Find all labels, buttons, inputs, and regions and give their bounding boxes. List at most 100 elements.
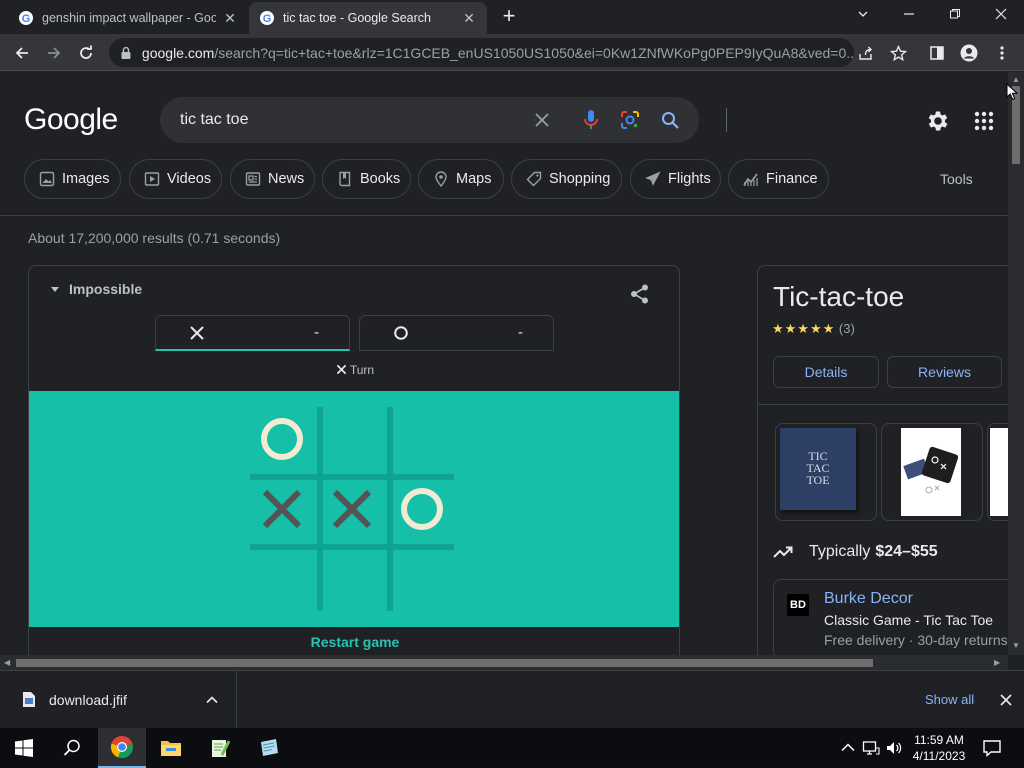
chip-label: Maps (456, 171, 492, 187)
vertical-scrollbar[interactable]: ▲ ▼ (1008, 72, 1024, 655)
kp-tab-details[interactable]: Details (773, 356, 879, 388)
board-cell[interactable] (390, 547, 454, 611)
lock-icon[interactable] (119, 46, 133, 60)
seller-name-link[interactable]: Burke Decor (824, 590, 913, 608)
back-arrow-icon[interactable] (10, 41, 34, 65)
search-icon[interactable] (658, 108, 682, 132)
seller-listing[interactable]: BD Burke Decor Classic Game - Tic Tac To… (773, 579, 1008, 655)
airplane-icon (645, 171, 661, 186)
price-trend-icon (773, 546, 793, 558)
file-explorer-icon[interactable] (147, 728, 195, 768)
google-logo[interactable]: Google (24, 103, 118, 137)
search-box[interactable] (160, 97, 727, 143)
windows-start-icon[interactable] (0, 728, 48, 768)
tab-tic-tac-toe[interactable]: G tic tac toe - Google Search ✕ (249, 2, 487, 34)
tab-close-icon[interactable]: ✕ (461, 10, 477, 26)
board-cell[interactable] (250, 407, 314, 471)
kp-rating[interactable]: ★★★★★ (3) (772, 321, 855, 337)
kp-tab-reviews[interactable]: Reviews (887, 356, 1002, 388)
download-item[interactable]: download.jfif (0, 671, 237, 729)
tray-chevron-up-icon[interactable] (839, 739, 857, 757)
profile-icon[interactable] (958, 42, 980, 64)
bookmark-star-icon[interactable] (887, 42, 909, 64)
taskbar-search-icon[interactable] (48, 728, 96, 768)
reload-icon[interactable] (74, 41, 98, 65)
side-panel-icon[interactable] (926, 42, 948, 64)
tab-close-icon[interactable]: ✕ (222, 10, 238, 26)
board-cell[interactable] (250, 547, 314, 611)
volume-icon[interactable] (885, 739, 903, 757)
chip-shopping[interactable]: Shopping (511, 159, 622, 199)
chip-books[interactable]: Books (322, 159, 411, 199)
gear-icon[interactable] (925, 108, 951, 134)
notes-app-icon[interactable] (245, 728, 293, 768)
box-text: TOE (806, 473, 830, 487)
horizontal-scrollbar[interactable]: ◀ ▶ (0, 655, 1008, 670)
scroll-left-icon[interactable]: ◀ (4, 658, 10, 667)
tab-search-chevron-icon[interactable] (850, 4, 876, 26)
search-results-page: Google Images Videos (0, 72, 1008, 655)
window-close-icon[interactable] (988, 4, 1014, 26)
product-photo (990, 428, 1008, 516)
address-bar[interactable]: google.com/search?q=tic+tac+toe&rlz=1C1G… (109, 38, 854, 67)
product-image-box[interactable]: TIC TAC TOE (775, 423, 877, 521)
board-cell[interactable] (320, 407, 384, 471)
chip-images[interactable]: Images (24, 159, 121, 199)
chip-label: Images (62, 171, 110, 187)
close-download-bar-icon[interactable] (998, 692, 1014, 708)
header-divider (0, 215, 1008, 216)
chip-finance[interactable]: Finance (728, 159, 829, 199)
clear-search-icon[interactable] (530, 108, 554, 132)
caret-down-icon (51, 286, 59, 292)
chrome-taskbar-icon[interactable] (98, 728, 146, 768)
turn-label: Turn (349, 363, 375, 377)
restore-icon[interactable] (942, 4, 968, 26)
url-host: google.com (141, 44, 215, 61)
google-apps-grid-icon[interactable] (973, 110, 995, 132)
chip-label: Finance (766, 171, 818, 187)
scrollbar-thumb[interactable] (16, 659, 873, 667)
share-icon[interactable] (629, 283, 653, 307)
share-page-icon[interactable] (855, 42, 877, 64)
microphone-icon[interactable] (579, 108, 603, 132)
notification-center-icon[interactable] (982, 738, 1002, 758)
news-icon (245, 172, 261, 186)
browser-menu-icon[interactable] (991, 42, 1013, 64)
product-image-partial[interactable] (987, 423, 1008, 521)
typical-price: Typically $24–$55 (773, 542, 938, 562)
clock-time: 11:59 AM (914, 733, 964, 747)
board-grid[interactable] (29, 391, 680, 627)
kp-title: Tic-tac-toe (773, 281, 905, 312)
tab-genshin[interactable]: G genshin impact wallpaper - Google ✕ (8, 2, 248, 34)
chip-label: News (268, 171, 305, 187)
scroll-down-icon[interactable]: ▼ (1012, 642, 1020, 650)
show-all-downloads-link[interactable]: Show all (925, 692, 974, 707)
google-lens-icon[interactable] (618, 108, 642, 132)
product-image-set[interactable] (881, 423, 983, 521)
minimize-icon[interactable] (896, 4, 922, 26)
image-icon (39, 171, 55, 187)
restart-game-button[interactable]: Restart game (29, 634, 679, 650)
board-cell[interactable] (390, 477, 454, 541)
tools-button[interactable]: Tools (940, 171, 973, 187)
search-input[interactable] (180, 97, 520, 143)
notepad-plus-icon[interactable] (196, 728, 244, 768)
chip-news[interactable]: News (230, 159, 315, 199)
chip-videos[interactable]: Videos (129, 159, 222, 199)
board-cell[interactable] (390, 407, 454, 471)
chip-flights[interactable]: Flights (630, 159, 721, 199)
chip-maps[interactable]: Maps (418, 159, 504, 199)
chevron-up-icon[interactable] (205, 693, 219, 707)
download-file-name: download.jfif (49, 692, 127, 708)
taskbar-clock[interactable]: 11:59 AM 4/11/2023 (907, 732, 971, 764)
game-board[interactable] (29, 391, 680, 627)
forward-arrow-icon[interactable] (42, 41, 66, 65)
new-tab-button[interactable]: + (498, 5, 520, 28)
network-icon[interactable] (862, 739, 880, 757)
google-favicon-icon: G (19, 11, 33, 25)
player-o-score[interactable]: - (359, 315, 554, 351)
difficulty-dropdown[interactable]: Impossible (51, 281, 142, 297)
player-x-score[interactable]: - (155, 315, 350, 351)
board-cell[interactable] (320, 547, 384, 611)
scroll-right-icon[interactable]: ▶ (994, 658, 1000, 667)
